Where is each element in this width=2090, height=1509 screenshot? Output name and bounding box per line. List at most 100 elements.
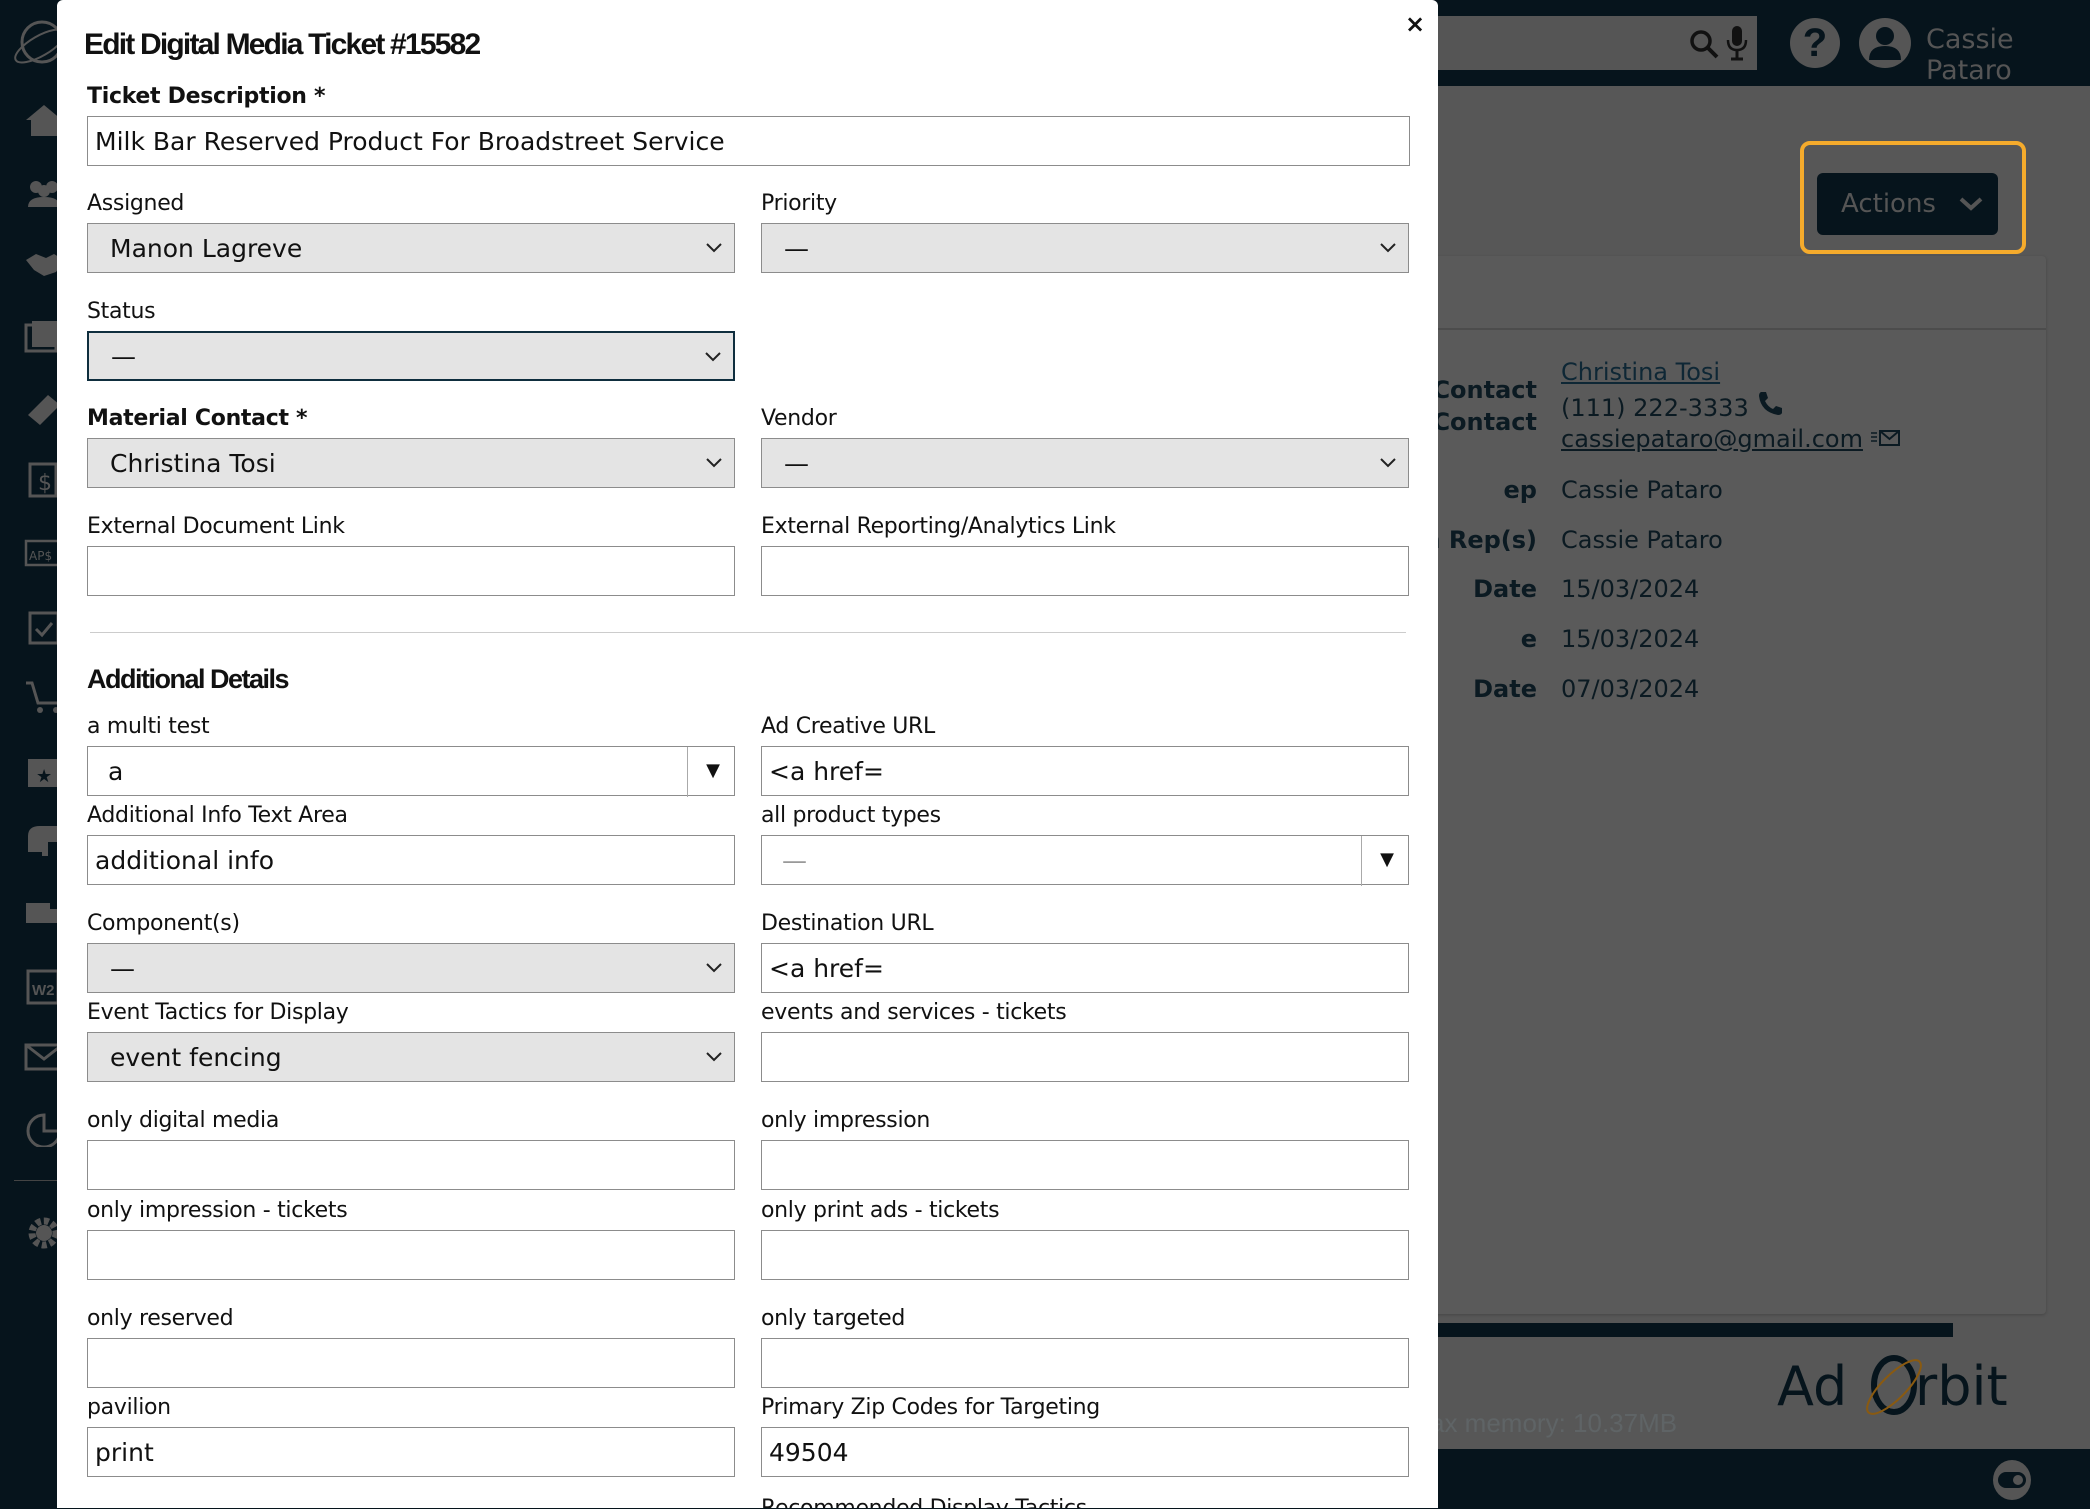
search-icon[interactable] — [1688, 28, 1720, 65]
components-field: Component(s) — — [87, 911, 735, 993]
field-label: Vendor — [761, 406, 837, 431]
field-label: Additional Info Text Area — [87, 803, 348, 828]
contact-email-link[interactable]: cassiepataro@gmail.com — [1561, 425, 1863, 453]
pavilion-input[interactable]: print — [87, 1427, 735, 1477]
svg-text:Ad: Ad — [1777, 1355, 1847, 1418]
field-label: all product types — [761, 803, 941, 828]
field-label: Event Tactics for Display — [87, 1000, 349, 1025]
chevron-down-icon — [706, 1052, 722, 1062]
additional-info-field: Additional Info Text Area additional inf… — [87, 803, 735, 885]
field-label: Assigned — [87, 191, 185, 216]
material-contact-select[interactable]: Christina Tosi — [87, 438, 735, 488]
additional-info-textarea[interactable]: additional info — [87, 835, 735, 885]
field-label: a multi test — [87, 714, 210, 739]
theme-toggle[interactable] — [1993, 1460, 2031, 1500]
svg-text:$: $ — [38, 471, 52, 496]
email-icon[interactable] — [1870, 429, 1901, 447]
only-impression-tickets-field: only impression - tickets — [87, 1198, 735, 1280]
field-label: only impression - tickets — [87, 1198, 348, 1223]
ad-creative-url-field: Ad Creative URL <a href= — [761, 714, 1409, 796]
only-reserved-input[interactable] — [87, 1338, 735, 1388]
dropdown-triangle-icon[interactable]: ▼ — [706, 760, 720, 781]
only-targeted-field: only targeted — [761, 1306, 1409, 1388]
section-divider — [90, 632, 1406, 633]
actions-button[interactable]: Actions — [1817, 173, 1998, 235]
field-label: Destination URL — [761, 911, 934, 936]
ad-creative-url-input[interactable]: <a href= — [761, 746, 1409, 796]
modal-title: Edit Digital Media Ticket #15582 — [84, 28, 481, 61]
svg-text:rbit: rbit — [1915, 1355, 2008, 1418]
ticket-description-input[interactable]: Milk Bar Reserved Product For Broadstree… — [87, 116, 1410, 166]
detail-label: Contact — [1432, 408, 1537, 436]
production-reps-value: Cassie Pataro — [1561, 526, 1723, 554]
only-print-ads-tickets-field: only print ads - tickets — [761, 1198, 1409, 1280]
chevron-down-icon — [706, 458, 722, 468]
vendor-select[interactable]: — — [761, 438, 1409, 488]
detail-label: ep — [1503, 476, 1537, 504]
external-document-link-input[interactable] — [87, 546, 735, 596]
priority-select[interactable]: — — [761, 223, 1409, 273]
adorbit-logo: Ad rbit — [1777, 1350, 2027, 1420]
event-tactics-select[interactable]: event fencing — [87, 1032, 735, 1082]
chevron-down-icon — [705, 352, 721, 362]
progress-bar — [1420, 1323, 1953, 1337]
memory-usage: ax memory: 10.37MB — [1430, 1408, 1678, 1438]
field-label: Status — [87, 299, 156, 324]
microphone-icon[interactable] — [1725, 24, 1749, 67]
only-impression-tickets-input[interactable] — [87, 1230, 735, 1280]
card-divider — [1420, 328, 2046, 330]
contact-phone-text: (111) 222-3333 — [1561, 394, 1749, 422]
user-name[interactable]: Cassie Pataro — [1926, 24, 2090, 86]
contact-name-link[interactable]: Christina Tosi — [1561, 358, 1720, 386]
close-button[interactable]: × — [1405, 10, 1425, 38]
only-digital-media-field: only digital media — [87, 1108, 735, 1190]
contact-phone: (111) 222-3333 — [1561, 390, 1783, 422]
assigned-field: Assigned Manon Lagreve — [87, 191, 735, 273]
field-label: Component(s) — [87, 911, 240, 936]
field-label: only print ads - tickets — [761, 1198, 1000, 1223]
primary-zip-codes-input[interactable]: 49504 — [761, 1427, 1409, 1477]
primary-zip-codes-field: Primary Zip Codes for Targeting 49504 — [761, 1395, 1409, 1477]
contact-email: cassiepataro@gmail.com — [1561, 425, 1901, 453]
destination-url-input[interactable]: <a href= — [761, 943, 1409, 993]
date-value: 15/03/2024 — [1561, 625, 1700, 653]
selected-value: — — [784, 233, 809, 263]
components-select[interactable]: — — [87, 943, 735, 993]
only-targeted-input[interactable] — [761, 1338, 1409, 1388]
only-digital-media-input[interactable] — [87, 1140, 735, 1190]
selected-value: a — [108, 756, 124, 786]
recommended-tactics-field: Recommended Display Tactics — [761, 1496, 1409, 1508]
dropdown-triangle-icon[interactable]: ▼ — [1380, 849, 1394, 870]
date-value: 07/03/2024 — [1561, 675, 1700, 703]
detail-label: n Rep(s) — [1423, 526, 1537, 554]
assigned-select[interactable]: Manon Lagreve — [87, 223, 735, 273]
events-services-tickets-input[interactable] — [761, 1032, 1409, 1082]
field-label: only impression — [761, 1108, 931, 1133]
selected-value: — — [784, 448, 809, 478]
all-product-types-select[interactable]: — ▼ — [761, 835, 1409, 886]
field-label: Recommended Display Tactics — [761, 1496, 1409, 1508]
avatar[interactable] — [1859, 18, 1911, 68]
only-print-ads-tickets-input[interactable] — [761, 1230, 1409, 1280]
selected-value: — — [782, 845, 807, 875]
help-button[interactable]: ? — [1790, 18, 1840, 68]
chevron-down-icon — [706, 243, 722, 253]
only-impression-input[interactable] — [761, 1140, 1409, 1190]
actions-label: Actions — [1841, 189, 1936, 219]
field-label: Ticket Description * — [87, 84, 326, 109]
chevron-down-icon — [706, 963, 722, 973]
material-contact-field: Material Contact * Christina Tosi — [87, 406, 735, 488]
field-label: Material Contact * — [87, 406, 308, 431]
detail-label: e — [1520, 625, 1537, 653]
phone-icon[interactable] — [1756, 390, 1783, 416]
external-reporting-link-input[interactable] — [761, 546, 1409, 596]
multi-test-select[interactable]: a ▼ — [87, 746, 735, 797]
rep-value: Cassie Pataro — [1561, 476, 1723, 504]
multi-test-field: a multi test a ▼ — [87, 714, 735, 797]
status-select[interactable]: — — [87, 331, 735, 381]
selected-value: — — [110, 953, 135, 983]
only-impression-field: only impression — [761, 1108, 1409, 1190]
field-label: Primary Zip Codes for Targeting — [761, 1395, 1100, 1420]
field-label: External Document Link — [87, 514, 345, 539]
selected-value: Christina Tosi — [110, 448, 276, 478]
